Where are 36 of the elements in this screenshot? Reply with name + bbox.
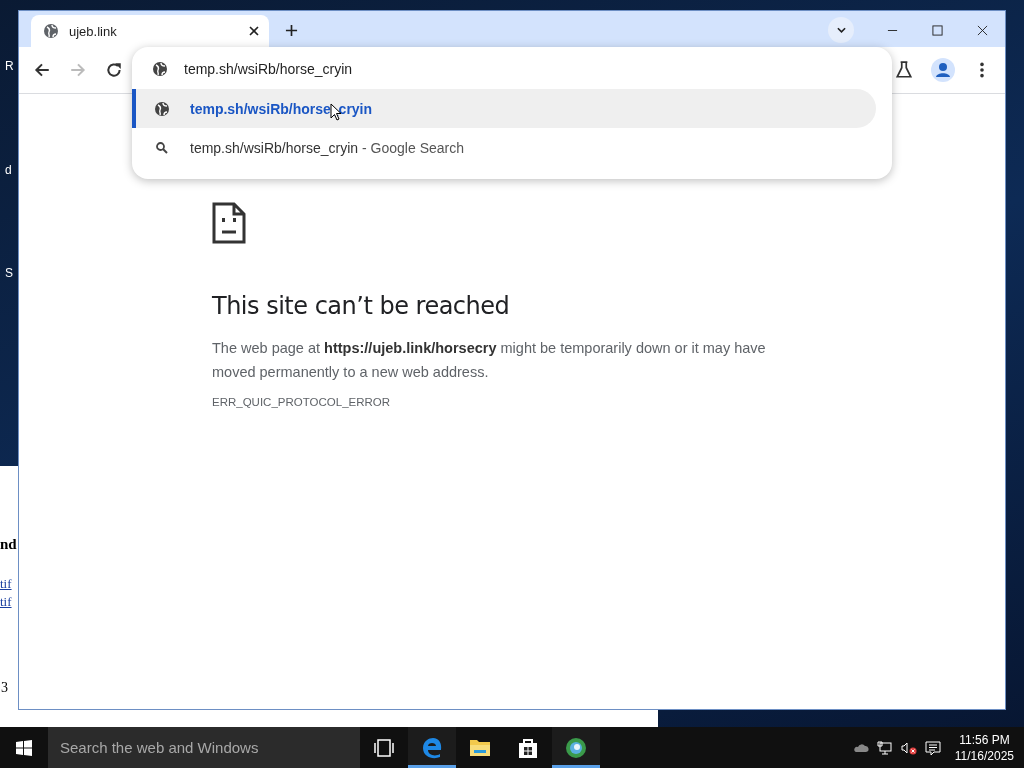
globe-icon bbox=[43, 23, 59, 39]
tab-search-button[interactable] bbox=[828, 17, 854, 43]
chevron-icon bbox=[836, 27, 846, 33]
sad-page-icon bbox=[212, 202, 246, 244]
clock[interactable]: 11:56 PM 11/16/2025 bbox=[954, 731, 1014, 764]
suggestion-item[interactable]: temp.sh/wsiRb/horse_cryin - Google Search bbox=[132, 128, 876, 167]
close-icon[interactable] bbox=[249, 26, 259, 36]
reload-icon[interactable] bbox=[105, 61, 123, 79]
back-icon[interactable] bbox=[33, 61, 51, 79]
desktop-text: d bbox=[5, 163, 12, 177]
error-message: The web page at https://ujeb.link/horsecry might be temporarily down or it may have moved permanently to a new web address. bbox=[212, 339, 767, 382]
globe-icon bbox=[154, 100, 170, 117]
windows-start-icon[interactable] bbox=[16, 739, 32, 756]
error-title: This site can’t be reached bbox=[212, 292, 511, 320]
window-heading: nd bbox=[0, 536, 17, 553]
globe-icon bbox=[564, 735, 588, 760]
edge-icon bbox=[420, 735, 444, 760]
link[interactable]: tif bbox=[0, 576, 12, 592]
browser-tab[interactable]: ujeb.link bbox=[31, 15, 269, 47]
taskbar-app[interactable] bbox=[408, 727, 456, 768]
link[interactable]: tif bbox=[0, 594, 12, 610]
avatar-icon[interactable] bbox=[931, 58, 955, 82]
globe-icon bbox=[152, 61, 168, 77]
plus-icon[interactable] bbox=[285, 24, 298, 37]
close-icon[interactable] bbox=[977, 25, 988, 36]
flask-icon[interactable] bbox=[895, 61, 913, 79]
window-text: 3 bbox=[1, 680, 8, 696]
desktop-text: S bbox=[5, 266, 13, 280]
network-icon[interactable] bbox=[876, 739, 893, 756]
search-icon bbox=[154, 139, 170, 156]
notifications-icon[interactable] bbox=[924, 739, 941, 756]
maximize-icon[interactable] bbox=[932, 25, 943, 36]
search-field[interactable]: Search the web and Windows bbox=[48, 727, 360, 768]
desktop-text: R bbox=[5, 59, 14, 73]
taskbar-app[interactable] bbox=[552, 727, 600, 768]
error-code: ERR_QUIC_PROTOCOL_ERROR bbox=[212, 396, 392, 408]
